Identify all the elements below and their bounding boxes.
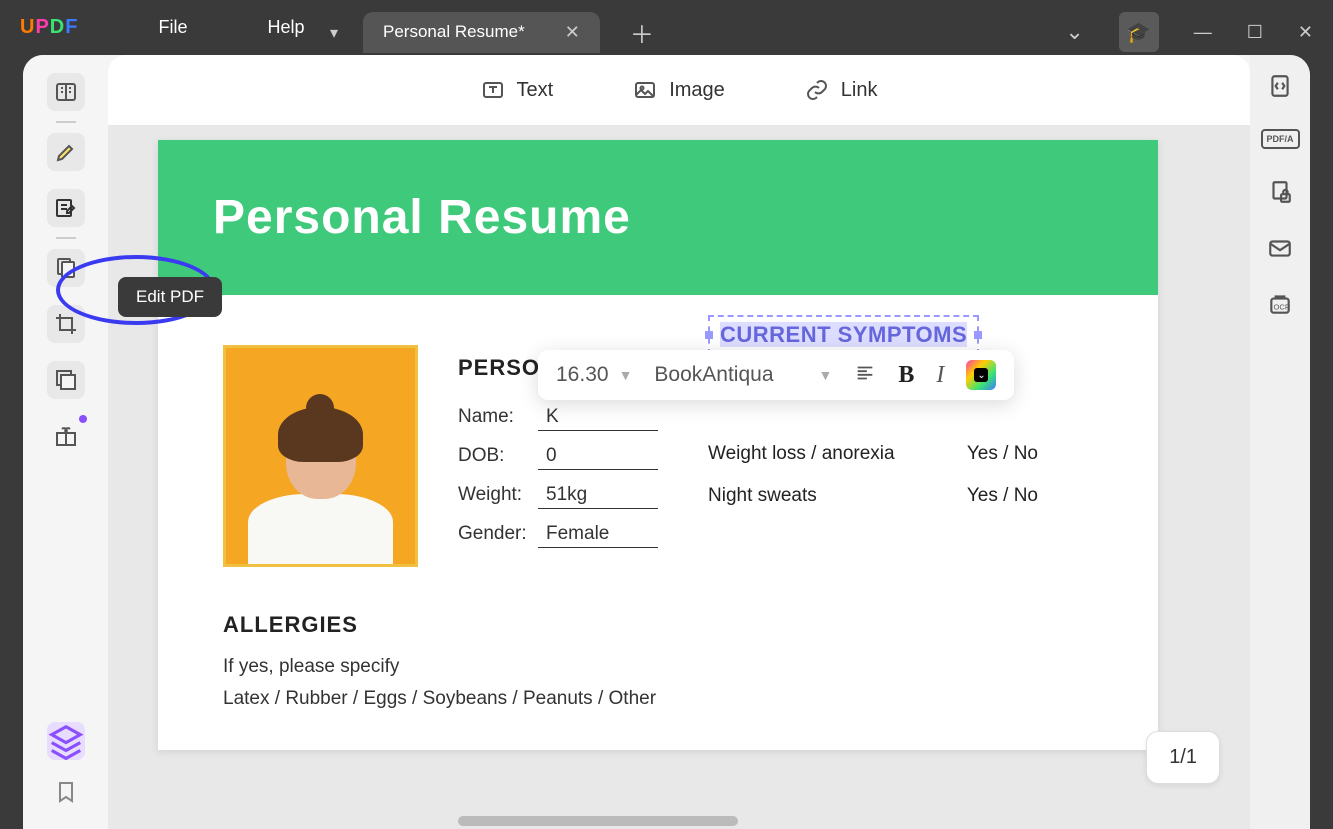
right-sidebar: PDF/A OCR [1250,55,1310,829]
selected-text-box[interactable]: CURRENT SYMPTOMS [708,315,979,355]
svg-text:OCR: OCR [1274,302,1291,311]
menu-help[interactable]: Help [267,17,304,38]
account-avatar[interactable]: 🎓 [1119,12,1159,52]
edit-toolbar: Text Image Link [108,55,1250,125]
image-tool-label: Image [669,79,725,102]
pdfa-icon[interactable]: PDF/A [1261,129,1300,149]
add-image-tool[interactable]: Image [633,78,725,102]
font-family-dropdown[interactable]: BookAntiqua ▼ [654,363,832,387]
reader-mode-icon[interactable] [47,73,85,111]
symptom-1-label: Weight loss / anorexia [708,443,895,465]
bookmark-icon[interactable] [54,780,78,809]
tab-title: Personal Resume* [383,22,525,42]
close-icon[interactable]: ✕ [565,22,580,43]
highlighter-icon[interactable] [47,133,85,171]
document-canvas[interactable]: Personal Resume PERSONAL DETAIL Name:K D… [108,125,1250,829]
add-tab-icon[interactable]: ＋ [630,15,654,50]
allergies-line1: If yes, please specify [223,656,1093,678]
left-sidebar [23,55,108,829]
name-label: Name: [458,406,538,428]
text-tool-label: Text [517,79,554,102]
dob-label: DOB: [458,445,538,467]
window-controls: ⌄ 🎓 — ☐ ✕ [1065,12,1313,52]
gift-icon[interactable] [47,417,85,455]
profile-photo [223,345,418,567]
symptom-2-label: Night sweats [708,485,817,507]
align-left-icon[interactable] [854,362,876,389]
layers-icon[interactable] [47,722,85,760]
dob-value[interactable]: 0 [538,445,658,470]
redact-icon[interactable] [47,361,85,399]
maximize-button[interactable]: ☐ [1247,22,1263,43]
font-size-value: 16.30 [556,363,609,387]
page-indicator[interactable]: 1/1 [1146,731,1220,784]
gender-value[interactable]: Female [538,523,658,548]
symptom-2-yn: Yes / No [967,485,1038,507]
separator [56,121,76,123]
text-color-picker[interactable]: ⌄ [966,360,996,390]
horizontal-scrollbar-thumb[interactable] [458,816,738,826]
protect-icon[interactable] [1267,179,1293,205]
font-family-value: BookAntiqua [654,363,773,387]
symptoms-section: CURRENT SYMPTOMS Weight loss / anorexia … [708,315,1038,507]
weight-label: Weight: [458,484,538,506]
menu-file[interactable]: File [158,17,187,38]
ocr-icon[interactable]: OCR [1267,291,1293,317]
chevron-down-icon[interactable]: ▼ [819,367,833,383]
close-window-button[interactable]: ✕ [1298,22,1313,43]
add-link-tool[interactable]: Link [805,78,878,102]
italic-button[interactable]: I [936,362,944,389]
tab-bar: ▾ Personal Resume* ✕ ＋ [330,8,654,56]
allergies-heading: ALLERGIES [223,612,1093,638]
text-format-toolbar[interactable]: 16.30 ▼ BookAntiqua ▼ B I ⌄ [538,350,1014,400]
chevron-down-icon[interactable]: ⌄ [1065,19,1083,45]
workspace: Edit PDF PDF/A OCR Text Image Link Perso… [23,55,1310,829]
resize-handle-right[interactable] [974,331,982,339]
separator [56,237,76,239]
allergies-line2: Latex / Rubber / Eggs / Soybeans / Peanu… [223,688,1093,710]
bold-button[interactable]: B [898,362,914,389]
document-tab[interactable]: Personal Resume* ✕ [363,12,600,53]
symptom-1-yn: Yes / No [967,443,1038,465]
gender-label: Gender: [458,523,538,545]
app-logo: UPDF [20,16,78,39]
tab-menu-dropdown-icon[interactable]: ▾ [330,23,348,41]
resize-handle-left[interactable] [705,331,713,339]
chevron-down-icon[interactable]: ▼ [619,367,633,383]
font-size-dropdown[interactable]: 16.30 ▼ [556,363,632,387]
minimize-button[interactable]: — [1194,22,1212,43]
edit-pdf-icon[interactable] [47,189,85,227]
title-bar: UPDF File Help ▾ Personal Resume* ✕ ＋ ⌄ … [0,0,1333,55]
add-text-tool[interactable]: Text [481,78,554,102]
link-tool-label: Link [841,79,878,102]
document-banner: Personal Resume [158,140,1158,295]
crop-icon[interactable] [47,305,85,343]
pdf-page: Personal Resume PERSONAL DETAIL Name:K D… [158,140,1158,750]
organize-pages-icon[interactable] [47,249,85,287]
symptoms-heading[interactable]: CURRENT SYMPTOMS [720,322,967,347]
edit-pdf-tooltip: Edit PDF [118,277,222,317]
convert-icon[interactable] [1267,73,1293,99]
email-icon[interactable] [1267,235,1293,261]
name-value[interactable]: K [538,406,658,431]
weight-value[interactable]: 51kg [538,484,658,509]
